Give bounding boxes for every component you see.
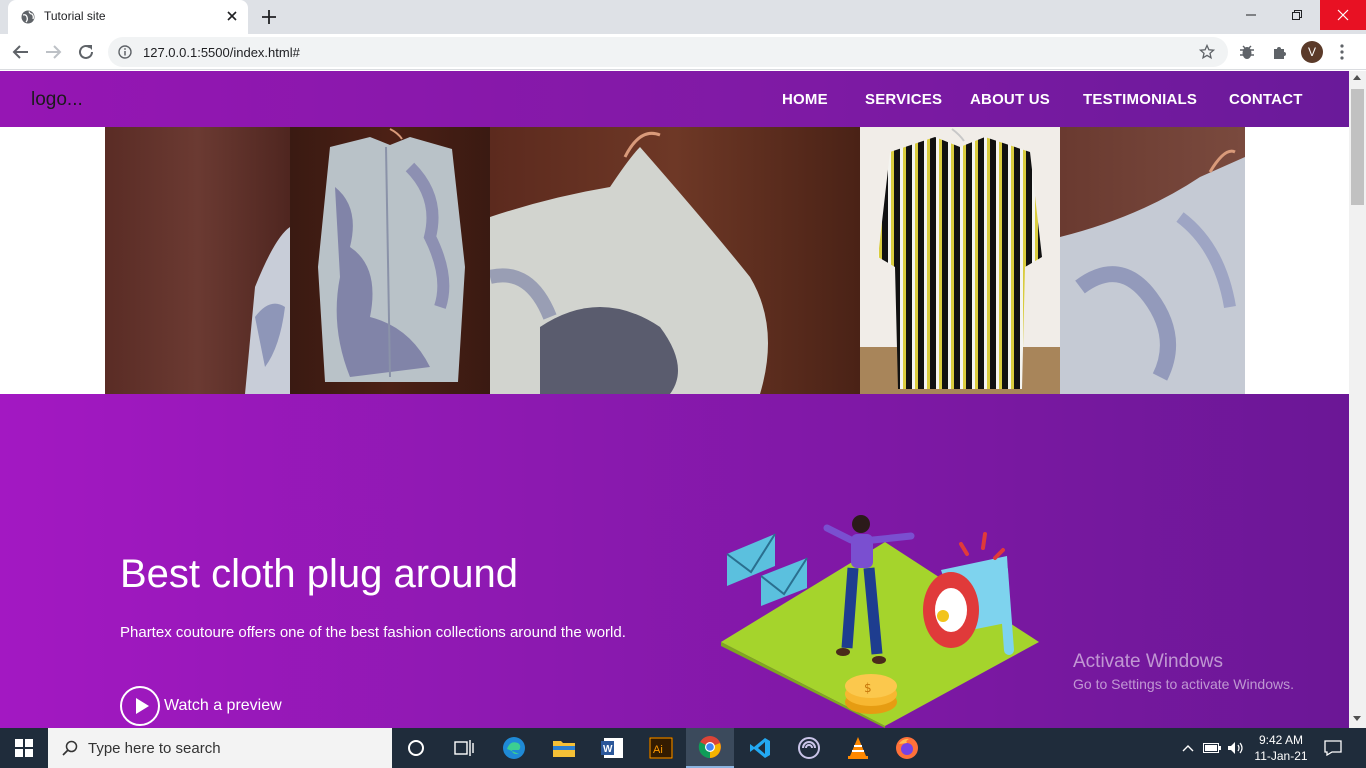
extensions-puzzle-icon[interactable] [1271,43,1289,61]
floral-closeup-image [1060,149,1245,394]
scroll-down-icon[interactable] [1353,716,1361,721]
volume-button[interactable] [1225,728,1247,768]
close-window-button[interactable] [1320,0,1366,30]
vlc-button[interactable] [834,728,882,768]
start-button[interactable] [0,728,48,768]
vscode-icon [750,738,770,758]
clock-date: 11-Jan-21 [1254,749,1308,763]
gallery-photo-floral-closeup [1060,127,1245,394]
file-explorer-button[interactable] [540,728,588,768]
new-tab-icon[interactable] [260,8,278,26]
restore-icon [1292,10,1302,20]
app-icon [798,737,820,759]
url-text: 127.0.0.1:5500/index.html# [143,45,300,60]
notification-icon [1324,740,1342,756]
gallery-photo-sleeve [105,127,290,394]
gallery-photo-striped-shirt [860,127,1060,394]
watch-preview-label: Watch a preview [164,697,282,714]
marketing-illustration: $ [721,515,1039,728]
illustrator-icon: Ai [649,737,673,759]
battery-button[interactable] [1201,728,1223,768]
nav-services-link[interactable]: SERVICES [865,91,942,108]
vscode-button[interactable] [736,728,784,768]
scroll-up-icon[interactable] [1353,75,1361,80]
back-icon[interactable] [11,42,31,62]
edge-button[interactable] [490,728,538,768]
firefox-icon [896,737,918,759]
menu-dots-icon[interactable] [1340,43,1344,61]
nav-home-link[interactable]: HOME [782,91,828,108]
word-icon: W [601,738,623,758]
tray-overflow-button[interactable] [1178,728,1198,768]
site-navbar: logo... HOME SERVICES ABOUT US TESTIMONI… [0,71,1349,127]
edge-icon [503,737,525,759]
hero-title: Best cloth plug around [120,552,519,596]
chevron-up-icon [1182,745,1194,752]
nav-about-link[interactable]: ABOUT US [970,91,1050,108]
reload-icon[interactable] [76,42,96,62]
battery-icon [1203,743,1221,753]
play-icon [120,686,160,726]
vlc-icon [848,737,868,759]
browser-tab[interactable]: Tutorial site [8,0,248,34]
clock-time: 9:42 AM [1258,733,1304,747]
profile-avatar[interactable]: V [1301,41,1323,63]
svg-text:$: $ [864,681,872,695]
close-tab-icon[interactable] [224,8,240,24]
shirt-collar-image [490,131,768,394]
watermark-subtitle: Go to Settings to activate Windows. [1073,676,1294,692]
browser-tab-strip: Tutorial site [0,0,1366,34]
cortana-button[interactable] [392,728,440,768]
address-bar[interactable]: 127.0.0.1:5500/index.html# [108,37,1228,67]
cortana-icon [408,740,424,756]
file-explorer-icon [553,741,575,757]
restore-button[interactable] [1274,0,1320,30]
windows-logo-icon [15,739,33,757]
globe-icon [21,10,35,24]
illustrator-button[interactable]: Ai [637,728,685,768]
browser-toolbar: 127.0.0.1:5500/index.html# V [0,34,1366,70]
bookmark-star-icon[interactable] [1199,44,1215,60]
search-placeholder: Type here to search [88,740,221,757]
word-button[interactable]: W [588,728,636,768]
clothing-gallery [105,127,1245,394]
taskbar-search-box[interactable]: Type here to search [48,728,392,768]
page-viewport: logo... HOME SERVICES ABOUT US TESTIMONI… [0,71,1349,728]
search-icon [62,740,78,756]
striped-shirt-image [860,128,1060,394]
activate-windows-watermark: Activate Windows Go to Settings to activ… [1073,651,1294,692]
page-scrollbar[interactable] [1349,71,1366,728]
chrome-button[interactable] [686,728,734,768]
svg-text:W: W [603,744,613,755]
svg-text:Ai: Ai [653,744,663,756]
site-logo[interactable]: logo... [31,89,83,111]
info-icon[interactable] [118,45,132,59]
watch-preview-button[interactable]: Watch a preview [120,686,282,726]
task-view-icon [454,740,474,756]
tab-title: Tutorial site [44,9,106,23]
chrome-icon [698,736,721,759]
nav-testimonials-link[interactable]: TESTIMONIALS [1083,91,1197,108]
notifications-button[interactable] [1318,728,1348,768]
shirt-sleeve-image [245,227,290,394]
close-icon [1337,9,1349,21]
task-view-button[interactable] [440,728,488,768]
nav-contact-link[interactable]: CONTACT [1229,91,1303,108]
minimize-icon [1246,14,1256,16]
volume-icon [1228,742,1243,754]
gallery-photo-collar [490,127,860,394]
bug-extension-icon[interactable] [1238,43,1256,61]
forward-icon[interactable] [43,42,63,62]
taskbar-clock[interactable]: 9:42 AM 11-Jan-21 [1250,732,1312,764]
floral-shirt-image [318,128,465,382]
watermark-title: Activate Windows [1073,651,1223,672]
minimize-button[interactable] [1228,0,1274,30]
app-button[interactable] [785,728,833,768]
windows-taskbar: Type here to search W Ai 9:42 AM 11-Jan-… [0,728,1366,768]
gallery-photo-floral-shirt [290,127,490,394]
scrollbar-thumb[interactable] [1351,89,1364,205]
firefox-button[interactable] [883,728,931,768]
hero-description: Phartex coutoure offers one of the best … [120,624,626,641]
